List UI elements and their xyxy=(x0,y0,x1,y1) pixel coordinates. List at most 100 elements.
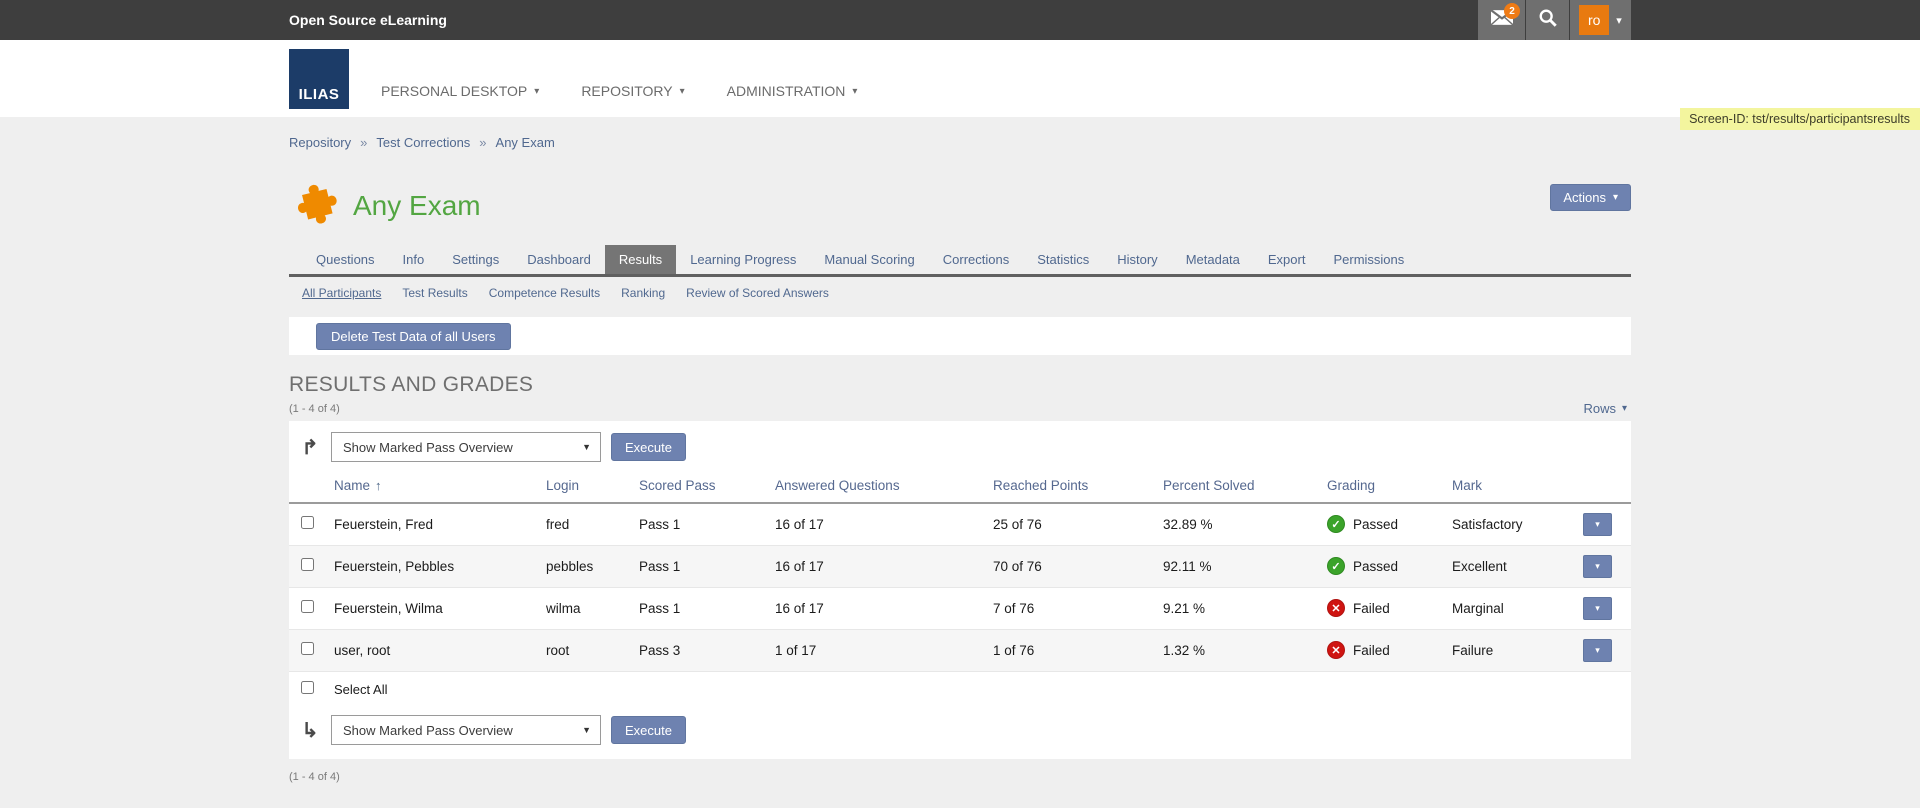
cross-glyph: ✕ xyxy=(1331,644,1340,657)
cell-mark: Excellent xyxy=(1447,545,1578,587)
tab-history[interactable]: History xyxy=(1103,245,1171,274)
passed-icon: ✓ xyxy=(1327,557,1345,575)
breadcrumb-repository[interactable]: Repository xyxy=(289,135,351,150)
tab-settings[interactable]: Settings xyxy=(438,245,513,274)
cell-login: wilma xyxy=(541,587,634,629)
ilias-logo[interactable]: ILIAS xyxy=(289,49,349,109)
top-bar: Open Source eLearning 2 ro ▾ xyxy=(0,0,1920,40)
chevron-down-icon: ▾ xyxy=(1616,14,1622,27)
cell-answered: 16 of 17 xyxy=(770,503,988,545)
table-row: user, root root Pass 3 1 of 17 1 of 76 1… xyxy=(289,629,1631,671)
execute-button-top[interactable]: Execute xyxy=(611,433,686,461)
mail-button[interactable]: 2 xyxy=(1477,0,1525,40)
row-actions-dropdown[interactable]: ▾ xyxy=(1583,597,1612,620)
table-row: Feuerstein, Wilma wilma Pass 1 16 of 17 … xyxy=(289,587,1631,629)
subtab-review-scored-answers[interactable]: Review of Scored Answers xyxy=(686,286,829,300)
main-menu: PERSONAL DESKTOP ▾ REPOSITORY ▾ ADMINIST… xyxy=(381,83,857,117)
select-all-checkbox[interactable] xyxy=(301,681,314,694)
tab-results[interactable]: Results xyxy=(605,245,676,274)
cell-answered: 16 of 17 xyxy=(770,545,988,587)
user-menu-button[interactable]: ro ▾ xyxy=(1569,0,1631,40)
cell-scored-pass: Pass 1 xyxy=(634,545,770,587)
column-header-percent-solved[interactable]: Percent Solved xyxy=(1158,468,1322,503)
breadcrumb-test-corrections[interactable]: Test Corrections xyxy=(376,135,470,150)
cross-glyph: ✕ xyxy=(1331,602,1340,615)
row-checkbox[interactable] xyxy=(301,642,314,655)
execute-button-bottom[interactable]: Execute xyxy=(611,716,686,744)
chevron-down-icon: ▾ xyxy=(1613,192,1618,203)
passed-icon: ✓ xyxy=(1327,515,1345,533)
tab-dashboard[interactable]: Dashboard xyxy=(513,245,605,274)
column-header-mark[interactable]: Mark xyxy=(1447,468,1578,503)
subtab-competence-results[interactable]: Competence Results xyxy=(489,286,600,300)
cell-login: fred xyxy=(541,503,634,545)
cell-percent: 1.32 % xyxy=(1158,629,1322,671)
cell-name: Feuerstein, Pebbles xyxy=(329,545,541,587)
cell-grading: Failed xyxy=(1353,643,1390,658)
column-header-reached-points[interactable]: Reached Points xyxy=(988,468,1158,503)
tab-questions[interactable]: Questions xyxy=(302,245,389,274)
tab-manual-scoring[interactable]: Manual Scoring xyxy=(810,245,928,274)
range-indicator-bottom: (1 - 4 of 4) xyxy=(289,771,340,783)
row-checkbox[interactable] xyxy=(301,600,314,613)
cell-name: Feuerstein, Fred xyxy=(329,503,541,545)
row-actions-dropdown[interactable]: ▾ xyxy=(1583,555,1612,578)
cell-login: pebbles xyxy=(541,545,634,587)
sort-ascending-icon: ↑ xyxy=(375,478,382,493)
pass-overview-select-top[interactable]: Show Marked Pass Overview ▼ xyxy=(331,432,601,462)
column-header-name[interactable]: Name ↑ xyxy=(329,468,541,503)
column-label: Name xyxy=(334,478,370,493)
column-header-scored-pass[interactable]: Scored Pass xyxy=(634,468,770,503)
column-header-actions-spacer xyxy=(1578,468,1631,503)
select-all-label: Select All xyxy=(334,682,387,697)
column-header-grading[interactable]: Grading xyxy=(1322,468,1447,503)
cell-name: Feuerstein, Wilma xyxy=(329,587,541,629)
chevron-down-icon: ▾ xyxy=(1595,561,1600,572)
subtab-test-results[interactable]: Test Results xyxy=(402,286,467,300)
menu-label: ADMINISTRATION xyxy=(727,83,846,99)
actions-button[interactable]: Actions ▾ xyxy=(1550,184,1631,211)
tab-permissions[interactable]: Permissions xyxy=(1319,245,1418,274)
site-title: Open Source eLearning xyxy=(289,12,447,28)
tab-statistics[interactable]: Statistics xyxy=(1023,245,1103,274)
pass-overview-select-bottom[interactable]: Show Marked Pass Overview ▼ xyxy=(331,715,601,745)
tab-export[interactable]: Export xyxy=(1254,245,1320,274)
tab-metadata[interactable]: Metadata xyxy=(1172,245,1254,274)
tab-corrections[interactable]: Corrections xyxy=(929,245,1023,274)
row-actions-dropdown[interactable]: ▾ xyxy=(1583,513,1612,536)
chevron-down-icon: ▾ xyxy=(1595,519,1600,530)
cell-grading: Failed xyxy=(1353,601,1390,616)
rows-dropdown[interactable]: Rows ▾ xyxy=(1583,401,1631,416)
breadcrumb-any-exam[interactable]: Any Exam xyxy=(496,135,555,150)
rows-label: Rows xyxy=(1583,401,1616,416)
menu-personal-desktop[interactable]: PERSONAL DESKTOP ▾ xyxy=(381,83,539,99)
tab-learning-progress[interactable]: Learning Progress xyxy=(676,245,810,274)
check-glyph: ✓ xyxy=(1331,518,1340,531)
check-glyph: ✓ xyxy=(1331,560,1340,573)
tab-info[interactable]: Info xyxy=(389,245,439,274)
cell-percent: 92.11 % xyxy=(1158,545,1322,587)
delete-test-data-button[interactable]: Delete Test Data of all Users xyxy=(316,323,511,350)
row-checkbox[interactable] xyxy=(301,516,314,529)
menu-repository[interactable]: REPOSITORY ▾ xyxy=(581,83,684,99)
row-actions-dropdown[interactable]: ▾ xyxy=(1583,639,1612,662)
failed-icon: ✕ xyxy=(1327,641,1345,659)
select-all-row: Select All xyxy=(289,671,1631,707)
row-checkbox[interactable] xyxy=(301,558,314,571)
cell-scored-pass: Pass 1 xyxy=(634,587,770,629)
search-button[interactable] xyxy=(1525,0,1569,40)
search-icon xyxy=(1538,8,1558,33)
apply-to-top-icon: ↱ xyxy=(299,435,321,460)
chevron-down-icon: ▾ xyxy=(1595,645,1600,656)
menu-administration[interactable]: ADMINISTRATION ▾ xyxy=(727,83,858,99)
chevron-down-icon: ▾ xyxy=(1622,403,1627,414)
results-heading: RESULTS AND GRADES xyxy=(289,373,1631,397)
subtab-all-participants[interactable]: All Participants xyxy=(302,286,381,300)
cell-answered: 1 of 17 xyxy=(770,629,988,671)
cell-answered: 16 of 17 xyxy=(770,587,988,629)
results-panel: ↱ Show Marked Pass Overview ▼ Execute Na… xyxy=(289,421,1631,759)
column-header-answered-questions[interactable]: Answered Questions xyxy=(770,468,988,503)
column-header-login[interactable]: Login xyxy=(541,468,634,503)
subtab-ranking[interactable]: Ranking xyxy=(621,286,665,300)
mail-count-badge: 2 xyxy=(1504,3,1520,19)
